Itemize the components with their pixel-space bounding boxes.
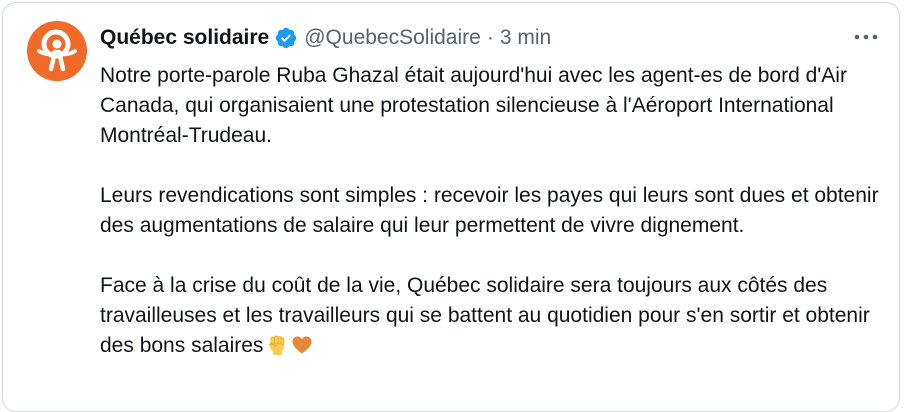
tweet-paragraph-3: Face à la crise du coût de la vie, Québe… (100, 271, 890, 361)
raised-fist-icon (266, 334, 288, 356)
header-separator: · (486, 26, 494, 49)
author-handle[interactable]: @QuebecSolidaire (304, 26, 481, 50)
tweet-paragraph-2: Leurs revendications sont simples : rece… (100, 184, 879, 237)
tweet-paragraph-3-text: Face à la crise du coût de la vie, Québe… (100, 274, 870, 357)
orange-heart-icon (291, 334, 313, 356)
ellipsis-icon (854, 34, 878, 40)
tweet-header: Québec solidaire @QuebecSolidaire · 3 mi… (100, 23, 551, 53)
avatar[interactable] (27, 21, 87, 81)
quebec-solidaire-logo-icon (27, 21, 87, 81)
tweet-text: Notre porte-parole Ruba Ghazal était auj… (100, 61, 890, 361)
tweet-card[interactable]: Québec solidaire @QuebecSolidaire · 3 mi… (2, 2, 900, 412)
tweet-paragraph-1: Notre porte-parole Ruba Ghazal était auj… (100, 64, 847, 147)
display-name[interactable]: Québec solidaire (100, 26, 269, 50)
tweet-timestamp[interactable]: 3 min (500, 26, 551, 50)
verified-badge-icon[interactable] (274, 26, 298, 50)
more-options-button[interactable] (851, 25, 881, 49)
